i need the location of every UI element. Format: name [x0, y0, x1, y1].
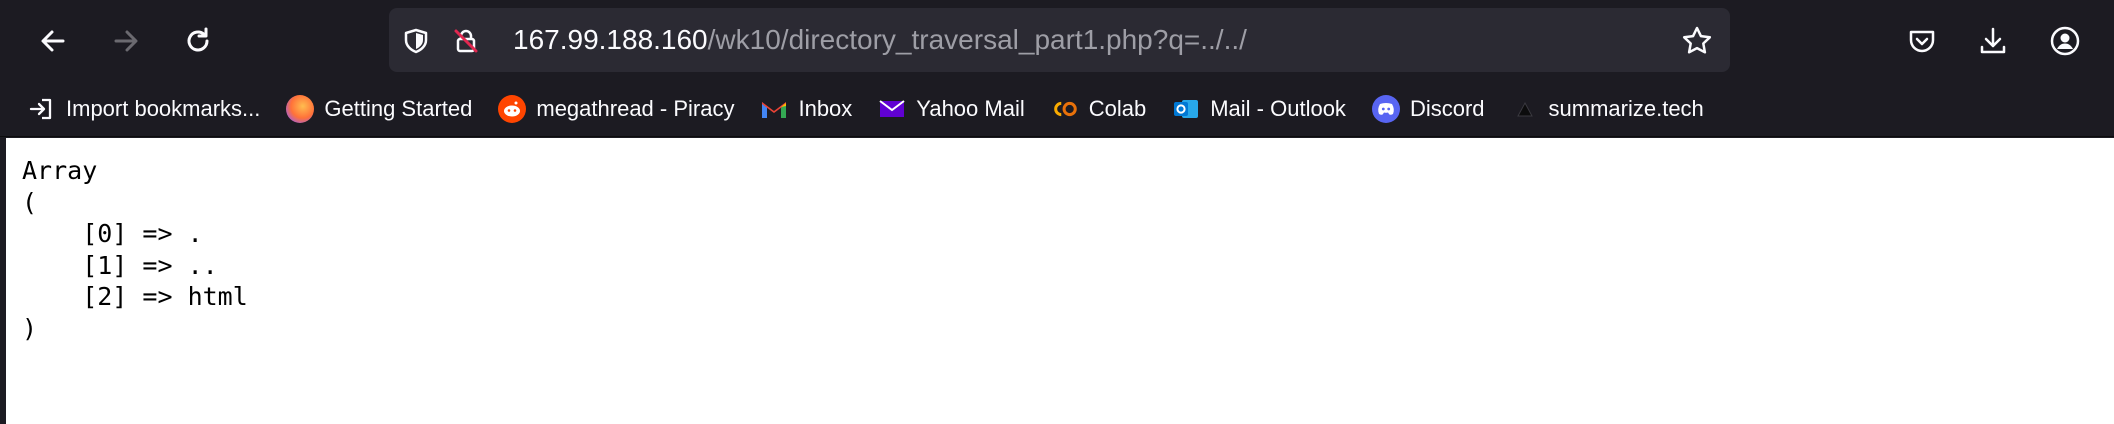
dump-line: Array [22, 156, 98, 185]
bookmark-getting-started[interactable]: Getting Started [286, 89, 472, 129]
insecure-lock-icon[interactable] [453, 28, 479, 54]
bookmark-label: Discord [1409, 96, 1485, 121]
back-button[interactable] [33, 21, 73, 61]
star-bookmark-icon[interactable] [1681, 25, 1713, 57]
discord-icon [1371, 95, 1400, 123]
reddit-icon [498, 95, 527, 123]
bookmark-colab[interactable]: Colab [1051, 89, 1146, 129]
url-text[interactable]: 167.99.188.160/wk10/directory_traversal_… [513, 8, 1247, 72]
bookmarks-toolbar: Import bookmarks... Getting Started mega… [0, 82, 2114, 137]
url-bar[interactable]: 167.99.188.160/wk10/directory_traversal_… [389, 8, 1730, 72]
bookmark-label: Yahoo Mail [916, 96, 1025, 121]
shield-icon[interactable] [403, 28, 429, 54]
bookmark-label: Inbox [798, 96, 853, 121]
download-icon [1980, 27, 2006, 54]
bookmark-megathread[interactable]: megathread - Piracy [498, 89, 734, 129]
url-host: 167.99.188.160 [513, 24, 708, 55]
bookmark-import[interactable]: Import bookmarks... [28, 89, 260, 129]
reload-icon [187, 27, 209, 52]
bookmark-label: Import bookmarks... [66, 96, 261, 121]
dump-line: ( [22, 187, 38, 217]
bookmark-summarize-tech[interactable]: summarize.tech [1511, 89, 1704, 129]
firefox-icon [286, 95, 315, 123]
bookmark-label: Colab [1088, 96, 1147, 121]
browser-chrome: 167.99.188.160/wk10/directory_traversal_… [0, 0, 2114, 137]
summarize-icon [1511, 95, 1539, 123]
pocket-button[interactable] [1902, 21, 1942, 61]
page-content: Array( [0] => . [1] => .. [2] => html) [6, 138, 2114, 424]
bookmark-label: megathread - Piracy [536, 96, 735, 121]
bookmark-label: Mail - Outlook [1210, 96, 1346, 121]
bookmark-label: Getting Started [324, 96, 473, 121]
pocket-icon [1909, 30, 1935, 53]
bookmark-label: summarize.tech [1548, 96, 1704, 121]
colab-icon [1051, 95, 1079, 123]
downloads-button[interactable] [1973, 21, 2013, 61]
arrow-left-icon [41, 30, 65, 52]
outlook-icon [1172, 95, 1200, 123]
bookmark-yahoo-mail[interactable]: Yahoo Mail [878, 89, 1025, 129]
url-path: /wk10/directory_traversal_part1.php?q=..… [707, 24, 1247, 55]
array-dump: Array( [0] => . [1] => .. [2] => html) [6, 138, 2114, 344]
forward-button[interactable] [106, 21, 146, 61]
bookmark-discord[interactable]: Discord [1371, 89, 1485, 129]
dump-line: [1] => .. [22, 250, 218, 280]
dump-line: [0] => . [22, 219, 203, 248]
import-icon [28, 95, 56, 123]
dump-line: ) [22, 313, 38, 343]
account-button[interactable] [2045, 21, 2085, 61]
arrow-right-icon [114, 30, 138, 52]
bookmark-outlook[interactable]: Mail - Outlook [1172, 89, 1346, 129]
account-icon [2050, 26, 2080, 56]
navigation-toolbar: 167.99.188.160/wk10/directory_traversal_… [0, 0, 2114, 82]
dump-line: [2] => html [22, 282, 248, 311]
bookmark-inbox[interactable]: Inbox [760, 89, 852, 129]
yahoo-mail-icon [878, 95, 906, 123]
gmail-icon [760, 95, 788, 123]
reload-button[interactable] [178, 21, 218, 61]
